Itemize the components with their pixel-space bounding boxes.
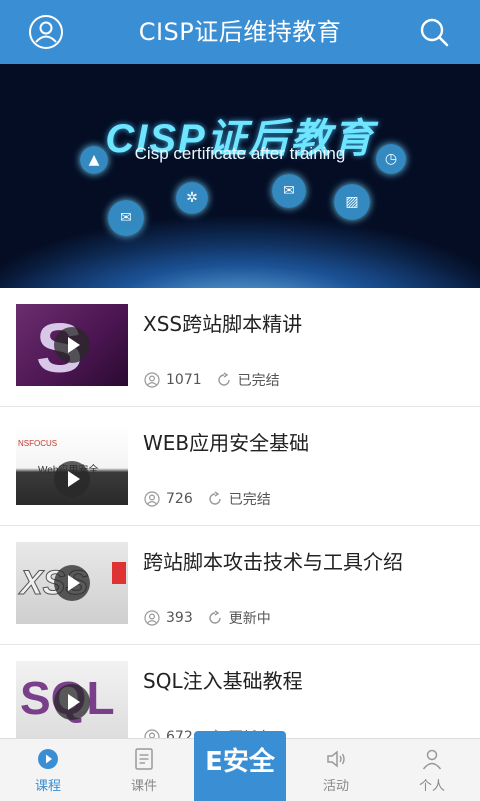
play-icon — [54, 327, 90, 363]
app-title: CISP证后维持教育 — [138, 18, 342, 46]
tab-courses[interactable]: 课程 — [0, 739, 96, 801]
banner-subtitle: Cisp certificate after training — [134, 144, 346, 163]
play-circle-icon — [38, 749, 58, 769]
play-icon — [54, 565, 90, 601]
earth-glow — [0, 214, 480, 288]
course-list: S XSS跨站脚本精讲 1071 已完结 NSFOCUS Web应用安全 WEB… — [0, 288, 480, 764]
course-meta: 1071 已完结 — [144, 370, 280, 390]
play-icon — [54, 684, 90, 720]
play-icon — [54, 461, 90, 497]
tab-label: 个人 — [418, 779, 445, 794]
view-count: 726 — [166, 491, 193, 507]
course-status: 更新中 — [228, 611, 271, 627]
course-title: WEB应用安全基础 — [143, 431, 310, 455]
viewer-icon — [144, 610, 160, 626]
speaker-icon — [327, 750, 345, 768]
tab-label: 课件 — [130, 779, 157, 794]
viewer-icon — [144, 372, 160, 388]
status-icon — [209, 610, 221, 624]
person-icon — [422, 749, 442, 770]
course-status: 已完结 — [228, 492, 271, 508]
viewer-icon — [144, 491, 160, 507]
view-count: 393 — [166, 610, 193, 626]
graph-icon: ▨ — [334, 184, 370, 220]
course-thumbnail[interactable]: S — [16, 304, 128, 386]
course-status: 已完结 — [237, 373, 280, 389]
e-security-button[interactable]: E安全 — [194, 731, 286, 801]
tab-personal[interactable]: 个人 — [384, 739, 480, 801]
status-icon — [217, 372, 230, 386]
promo-banner[interactable]: CISP证后教育 Cisp certificate after training… — [0, 64, 480, 288]
gear-icon: ✲ — [176, 182, 208, 214]
course-thumbnail[interactable]: SQL — [16, 661, 128, 743]
course-item[interactable]: NSFOCUS Web应用安全 WEB应用安全基础 726 已完结 — [0, 407, 480, 526]
document-icon — [135, 748, 153, 770]
clock-icon: ◷ — [376, 144, 406, 174]
course-thumbnail[interactable]: XSS — [16, 542, 128, 624]
course-title: SQL注入基础教程 — [143, 669, 303, 693]
tab-label: 活动 — [322, 779, 349, 794]
tab-activities[interactable]: 活动 — [288, 739, 384, 801]
status-icon — [209, 491, 221, 505]
app-header: CISP证后维持教育 — [0, 0, 480, 64]
course-item[interactable]: S XSS跨站脚本精讲 1071 已完结 — [0, 288, 480, 407]
chat-icon: ✉ — [108, 200, 144, 236]
chart-icon: ▲ — [80, 146, 108, 174]
course-item[interactable]: XSS 跨站脚本攻击技术与工具介绍 393 更新中 — [0, 526, 480, 645]
course-title: XSS跨站脚本精讲 — [143, 312, 303, 336]
course-meta: 393 更新中 — [144, 608, 271, 628]
tab-label: 课程 — [34, 779, 61, 794]
tab-courseware[interactable]: 课件 — [96, 739, 192, 801]
course-meta: 726 已完结 — [144, 489, 271, 509]
search-icon[interactable] — [414, 12, 454, 52]
course-title: 跨站脚本攻击技术与工具介绍 — [143, 550, 403, 574]
bottom-nav: 课程 课件 E安全 活动 个人 — [0, 731, 480, 801]
course-thumbnail[interactable]: NSFOCUS Web应用安全 — [16, 423, 128, 505]
mail-icon: ✉ — [272, 174, 306, 208]
view-count: 1071 — [166, 372, 202, 388]
